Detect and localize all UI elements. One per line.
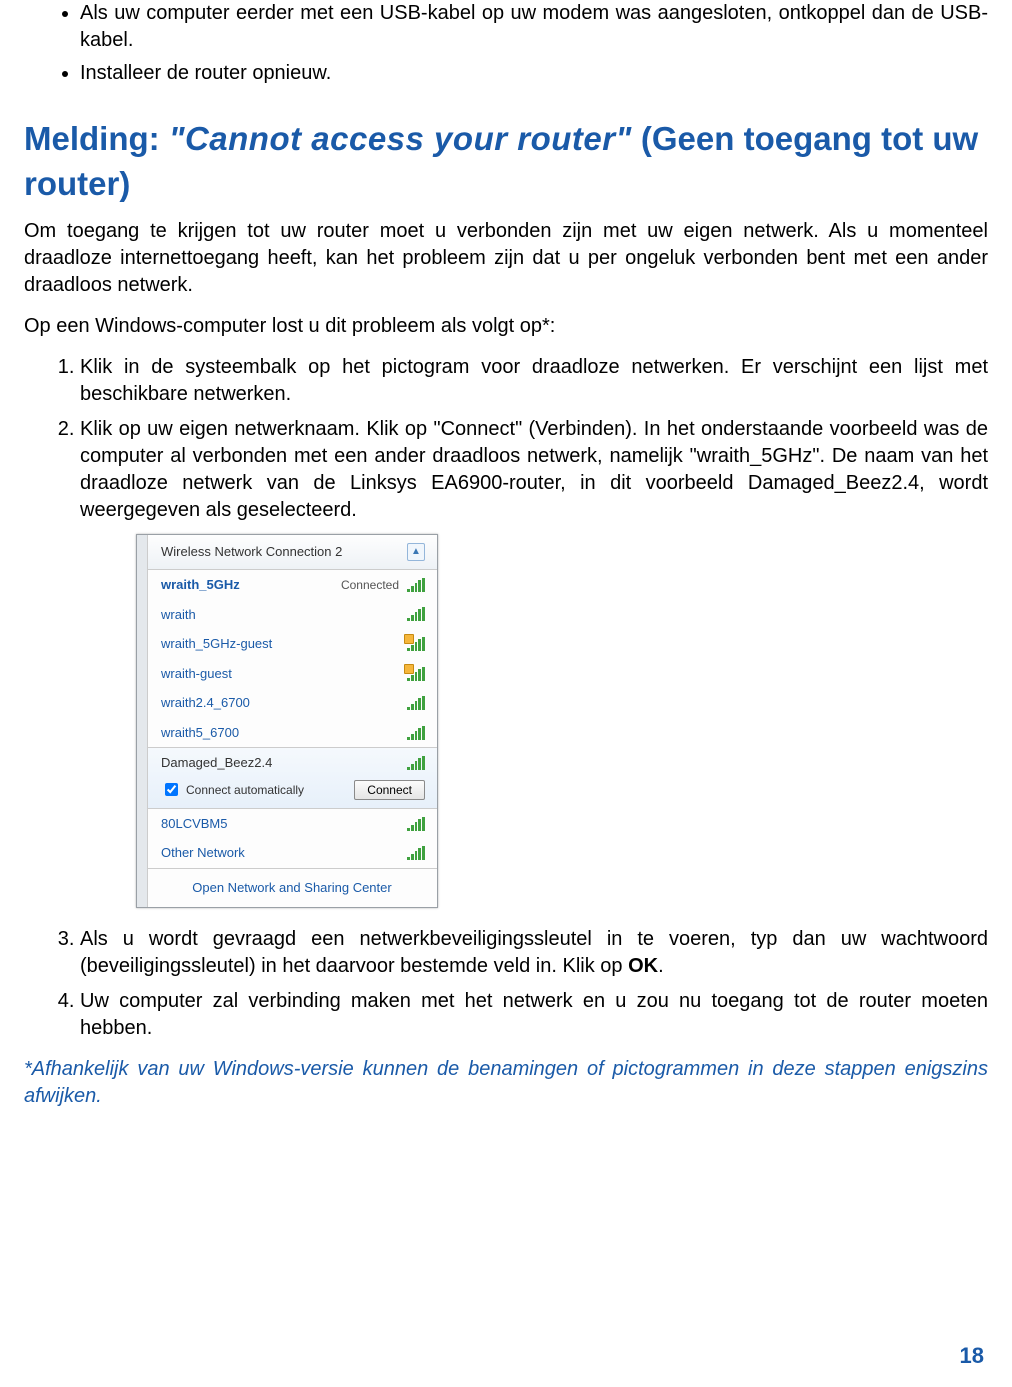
step-item: Als u wordt gevraagd een netwerkbeveilig… (80, 926, 988, 980)
network-name: Damaged_Beez2.4 (161, 754, 272, 772)
paragraph: Om toegang te krijgen tot uw router moet… (24, 218, 988, 299)
network-name: wraith5_6700 (161, 724, 239, 742)
step-item: Uw computer zal verbinding maken met het… (80, 988, 988, 1042)
chevron-up-icon[interactable]: ▲ (407, 543, 425, 561)
section-heading: Melding: "Cannot access your router" (Ge… (24, 117, 988, 206)
network-name: wraith2.4_6700 (161, 694, 250, 712)
network-row[interactable]: Other Network (147, 838, 437, 868)
step-text-tail: . (658, 955, 664, 977)
signal-warn-icon (407, 637, 425, 651)
network-row[interactable]: wraith-guest (147, 659, 437, 689)
network-name: wraith-guest (161, 665, 232, 683)
bullet-item: Als uw computer eerder met een USB-kabel… (80, 0, 988, 54)
signal-icon (407, 846, 425, 860)
auto-connect-label: Connect automatically (186, 782, 304, 798)
wifi-networks-panel: Wireless Network Connection 2 ▲ wraith_5… (136, 534, 438, 907)
signal-icon (407, 726, 425, 740)
page-number: 18 (960, 1343, 984, 1369)
connected-label: Connected (341, 577, 399, 593)
auto-connect-input[interactable] (165, 783, 178, 796)
network-name: wraith_5GHz-guest (161, 635, 272, 653)
network-row[interactable]: wraith5_6700 (147, 718, 437, 748)
signal-icon (407, 696, 425, 710)
network-name: wraith_5GHz (161, 576, 240, 594)
intro-bullet-list: Als uw computer eerder met een USB-kabel… (24, 0, 988, 87)
network-name: 80LCVBM5 (161, 815, 227, 833)
network-row[interactable]: wraith_5GHz-guest (147, 629, 437, 659)
heading-quote: "Cannot access your router" (169, 120, 632, 157)
network-row-selected[interactable]: Damaged_Beez2.4 Connect automatically Co… (147, 747, 437, 809)
paragraph: Op een Windows-computer lost u dit probl… (24, 313, 988, 340)
panel-header[interactable]: Wireless Network Connection 2 ▲ (147, 535, 437, 570)
step-text: Klik op uw eigen netwerknaam. Klik op "C… (80, 418, 988, 521)
connect-button[interactable]: Connect (354, 780, 425, 800)
network-row-connected[interactable]: wraith_5GHz Connected (147, 570, 437, 600)
auto-connect-checkbox[interactable]: Connect automatically (161, 780, 304, 799)
step-item: Klik in de systeembalk op het pictogram … (80, 354, 988, 408)
network-name: wraith (161, 606, 196, 624)
step-item: Klik op uw eigen netwerknaam. Klik op "C… (80, 416, 988, 907)
signal-icon (407, 817, 425, 831)
panel-title: Wireless Network Connection 2 (161, 543, 342, 561)
open-network-center-link[interactable]: Open Network and Sharing Center (147, 868, 437, 907)
signal-icon (407, 607, 425, 621)
network-name: Other Network (161, 844, 245, 862)
network-row[interactable]: 80LCVBM5 (147, 809, 437, 839)
network-row[interactable]: wraith2.4_6700 (147, 688, 437, 718)
step-text: Als u wordt gevraagd een netwerkbeveilig… (80, 928, 988, 977)
signal-icon (407, 578, 425, 592)
steps-list: Klik in de systeembalk op het pictogram … (24, 354, 988, 1041)
signal-icon (407, 756, 425, 770)
signal-warn-icon (407, 667, 425, 681)
bullet-item: Installeer de router opnieuw. (80, 60, 988, 87)
document-page: Als uw computer eerder met een USB-kabel… (0, 0, 1012, 1387)
heading-lead: Melding: (24, 120, 169, 157)
panel-content: Wireless Network Connection 2 ▲ wraith_5… (147, 535, 437, 906)
ok-label: OK (628, 955, 658, 977)
footnote: *Afhankelijk van uw Windows-versie kunne… (24, 1056, 988, 1110)
network-row[interactable]: wraith (147, 600, 437, 630)
panel-left-strip (137, 535, 148, 906)
